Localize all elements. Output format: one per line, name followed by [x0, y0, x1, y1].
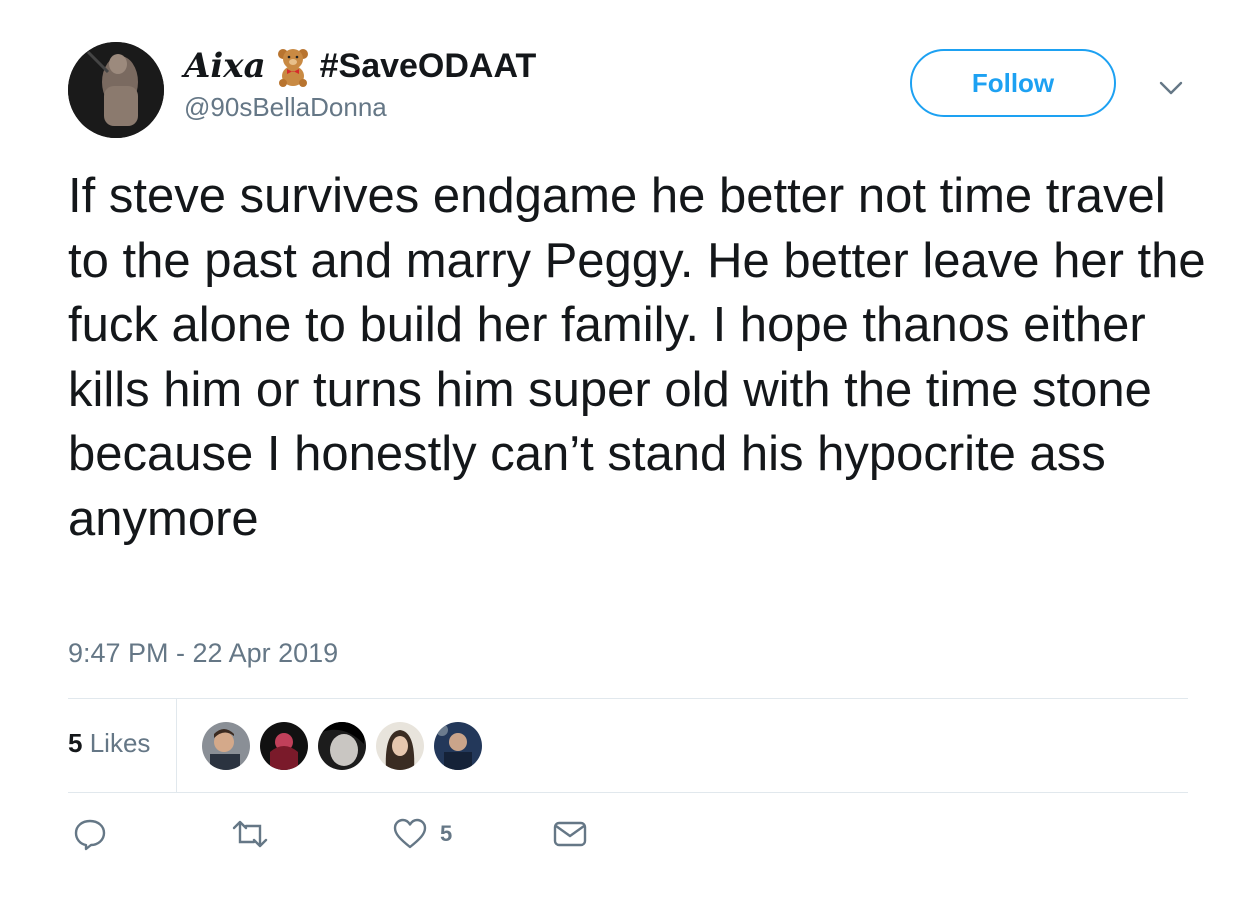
liker-avatar[interactable] [376, 722, 424, 770]
teddy-bear-icon [276, 45, 310, 87]
user-handle[interactable]: @90sBellaDonna [184, 92, 387, 123]
heart-icon [393, 818, 427, 849]
name-hashtag[interactable]: #SaveODAAT [320, 47, 537, 86]
reply-button[interactable] [72, 816, 108, 852]
like-count: 5 [440, 821, 453, 846]
likes-section: 5 Likes [68, 698, 1188, 792]
tweet-actions: 5 [68, 816, 668, 866]
envelope-icon [553, 821, 587, 847]
likers-avatars [202, 722, 482, 770]
retweet-button[interactable] [230, 816, 270, 852]
tweet-text: If steve survives endgame he better not … [68, 169, 1206, 546]
retweet-icon [232, 820, 268, 848]
liker-avatar[interactable] [202, 722, 250, 770]
user-name-row[interactable]: Aixa #SaveODAAT [184, 45, 537, 87]
like-button[interactable]: 5 [392, 816, 452, 852]
likes-count-link[interactable]: 5 Likes [68, 728, 150, 759]
reply-icon [74, 819, 106, 851]
chevron-down-icon [1159, 81, 1183, 95]
display-name[interactable]: Aixa [184, 46, 266, 86]
likes-separator [176, 698, 177, 792]
likes-label: Likes [89, 728, 151, 758]
divider-bottom [68, 792, 1188, 793]
liker-avatar[interactable] [260, 722, 308, 770]
direct-message-button[interactable] [552, 816, 588, 852]
likes-count-number: 5 [68, 728, 83, 758]
liker-avatar[interactable] [434, 722, 482, 770]
profile-avatar[interactable] [68, 42, 164, 138]
tweet-timestamp[interactable]: 9:47 PM - 22 Apr 2019 [68, 638, 338, 669]
avatar-image [68, 42, 164, 138]
more-options-button[interactable] [1158, 78, 1184, 98]
follow-button[interactable]: Follow [910, 49, 1116, 117]
liker-avatar[interactable] [318, 722, 366, 770]
